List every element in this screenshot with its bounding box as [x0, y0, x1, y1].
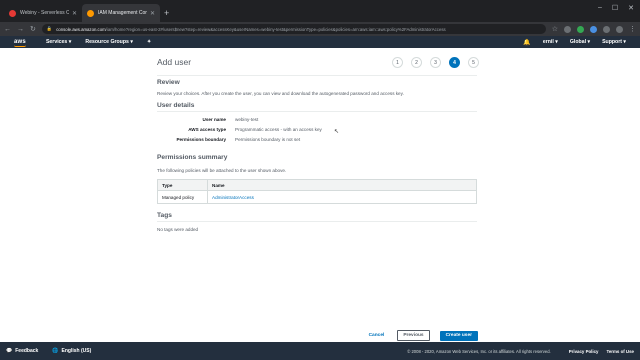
url-host: console.aws.amazon.com: [56, 26, 106, 32]
wizard-step-2[interactable]: 2: [411, 57, 422, 68]
aws-console-nav: aws Services ▾ Resource Groups ▾ ✦ 🔔 ern…: [0, 36, 640, 48]
create-user-button[interactable]: Create user: [439, 330, 478, 341]
tab-close-icon[interactable]: ✕: [72, 10, 77, 17]
wizard-steps: 1 2 3 4 5: [392, 57, 479, 68]
policy-name-link[interactable]: AdministratorAccess: [208, 195, 254, 200]
divider: [157, 111, 477, 112]
console-footer: 💬 Feedback 🌐 English (US) © 2008 - 2020, A…: [0, 342, 640, 360]
url-path: /iam/home?region=us-east-2#/users$new?st…: [105, 26, 446, 32]
privacy-policy-link[interactable]: Privacy Policy: [569, 349, 599, 354]
address-bar[interactable]: 🔒 console.aws.amazon.com /iam/home?regio…: [41, 24, 546, 34]
browser-toolbar: ← → ↻ 🔒 console.aws.amazon.com /iam/home…: [0, 22, 640, 36]
webiny-favicon-icon: [9, 9, 16, 17]
permissions-description: The following policies will be attached …: [157, 168, 287, 173]
detail-key: AWS access type: [188, 127, 226, 132]
table-row: Managed policy AdministratorAccess: [158, 191, 476, 203]
close-window-icon[interactable]: ✕: [628, 4, 634, 12]
window-controls: – ☐ ✕: [598, 4, 634, 12]
terms-of-use-link[interactable]: Terms of Use: [607, 349, 635, 354]
wizard-step-3[interactable]: 3: [430, 57, 441, 68]
permissions-summary-heading: Permissions summary: [157, 154, 228, 161]
review-heading: Review: [157, 79, 180, 86]
extension-icon[interactable]: [590, 25, 597, 33]
browser-tab-webiny[interactable]: Webiny - Serverless CMS powe... ✕: [4, 4, 82, 22]
extension-icon[interactable]: [577, 25, 584, 33]
detail-row-permissions-boundary: Permissions boundary Permissions boundar…: [157, 137, 477, 142]
mouse-cursor-icon: ↖: [334, 129, 340, 135]
feedback-button[interactable]: 💬 Feedback: [6, 348, 38, 354]
reload-icon[interactable]: ↻: [30, 25, 36, 33]
minimize-icon[interactable]: –: [598, 4, 602, 12]
tab-title: IAM Management Console: [98, 10, 147, 16]
pin-icon[interactable]: ✦: [147, 39, 151, 45]
forward-icon[interactable]: →: [17, 26, 24, 33]
tags-heading: Tags: [157, 212, 172, 219]
extension-icon[interactable]: [603, 25, 610, 33]
tab-title: Webiny - Serverless CMS powe...: [20, 10, 69, 16]
policies-table: Type Name Managed policy AdministratorAc…: [157, 179, 477, 204]
divider: [157, 221, 477, 222]
wizard-step-1[interactable]: 1: [392, 57, 403, 68]
cancel-button[interactable]: Cancel: [366, 331, 388, 340]
support-menu[interactable]: Support ▾: [602, 39, 626, 45]
detail-row-access-type: AWS access type Programmatic access - wi…: [157, 127, 477, 132]
divider: [157, 75, 477, 76]
extension-icon[interactable]: [564, 25, 571, 33]
aws-logo[interactable]: aws: [14, 39, 26, 47]
browser-menu-icon[interactable]: ⋮: [629, 25, 636, 33]
page-title: Add user: [157, 57, 192, 67]
previous-button[interactable]: Previous: [397, 330, 430, 341]
resource-groups-menu[interactable]: Resource Groups ▾: [85, 39, 133, 45]
detail-value: Programmatic access - with an access key: [235, 127, 322, 132]
maximize-icon[interactable]: ☐: [612, 4, 618, 12]
detail-value: Permissions boundary is not set: [235, 137, 301, 142]
globe-icon: 🌐: [52, 348, 59, 354]
wizard-actions: Cancel Previous Create user: [366, 330, 478, 341]
aws-favicon-icon: [87, 9, 94, 17]
profile-avatar[interactable]: [616, 25, 623, 33]
bookmark-star-icon[interactable]: ☆: [552, 25, 558, 33]
lock-icon: 🔒: [46, 26, 53, 31]
column-header-type[interactable]: Type: [158, 180, 208, 190]
wizard-step-4: 4: [449, 57, 460, 68]
notifications-bell-icon[interactable]: 🔔: [523, 39, 530, 46]
column-header-name[interactable]: Name: [208, 183, 225, 188]
detail-key: Permissions boundary: [176, 137, 226, 142]
services-menu[interactable]: Services ▾: [46, 39, 71, 45]
tags-description: No tags were added: [157, 227, 199, 232]
back-icon[interactable]: ←: [4, 26, 11, 33]
tab-close-icon[interactable]: ✕: [150, 10, 155, 17]
feedback-icon: 💬: [6, 348, 13, 354]
policy-type: Managed policy: [158, 191, 208, 203]
new-tab-button[interactable]: +: [164, 4, 169, 22]
region-menu[interactable]: Global ▾: [570, 39, 590, 45]
language-selector[interactable]: 🌐 English (US): [52, 348, 91, 354]
detail-value: webiny-test: [235, 117, 259, 122]
review-description: Review your choices. After you create th…: [157, 91, 404, 96]
table-header: Type Name: [158, 180, 476, 191]
copyright-text: © 2008 - 2020, Amazon Web Services, Inc.…: [407, 348, 551, 354]
detail-key: User name: [202, 117, 227, 122]
wizard-step-5: 5: [468, 57, 479, 68]
browser-tab-strip: Webiny - Serverless CMS powe... ✕ IAM Ma…: [0, 0, 640, 22]
main-content: Add user 1 2 3 4 5 Review Review your ch…: [0, 48, 640, 338]
browser-tab-iam[interactable]: IAM Management Console ✕: [82, 4, 160, 22]
detail-row-user-name: User name webiny-test: [157, 117, 477, 122]
account-menu[interactable]: ernil ▾: [543, 39, 558, 45]
user-details-heading: User details: [157, 102, 195, 109]
